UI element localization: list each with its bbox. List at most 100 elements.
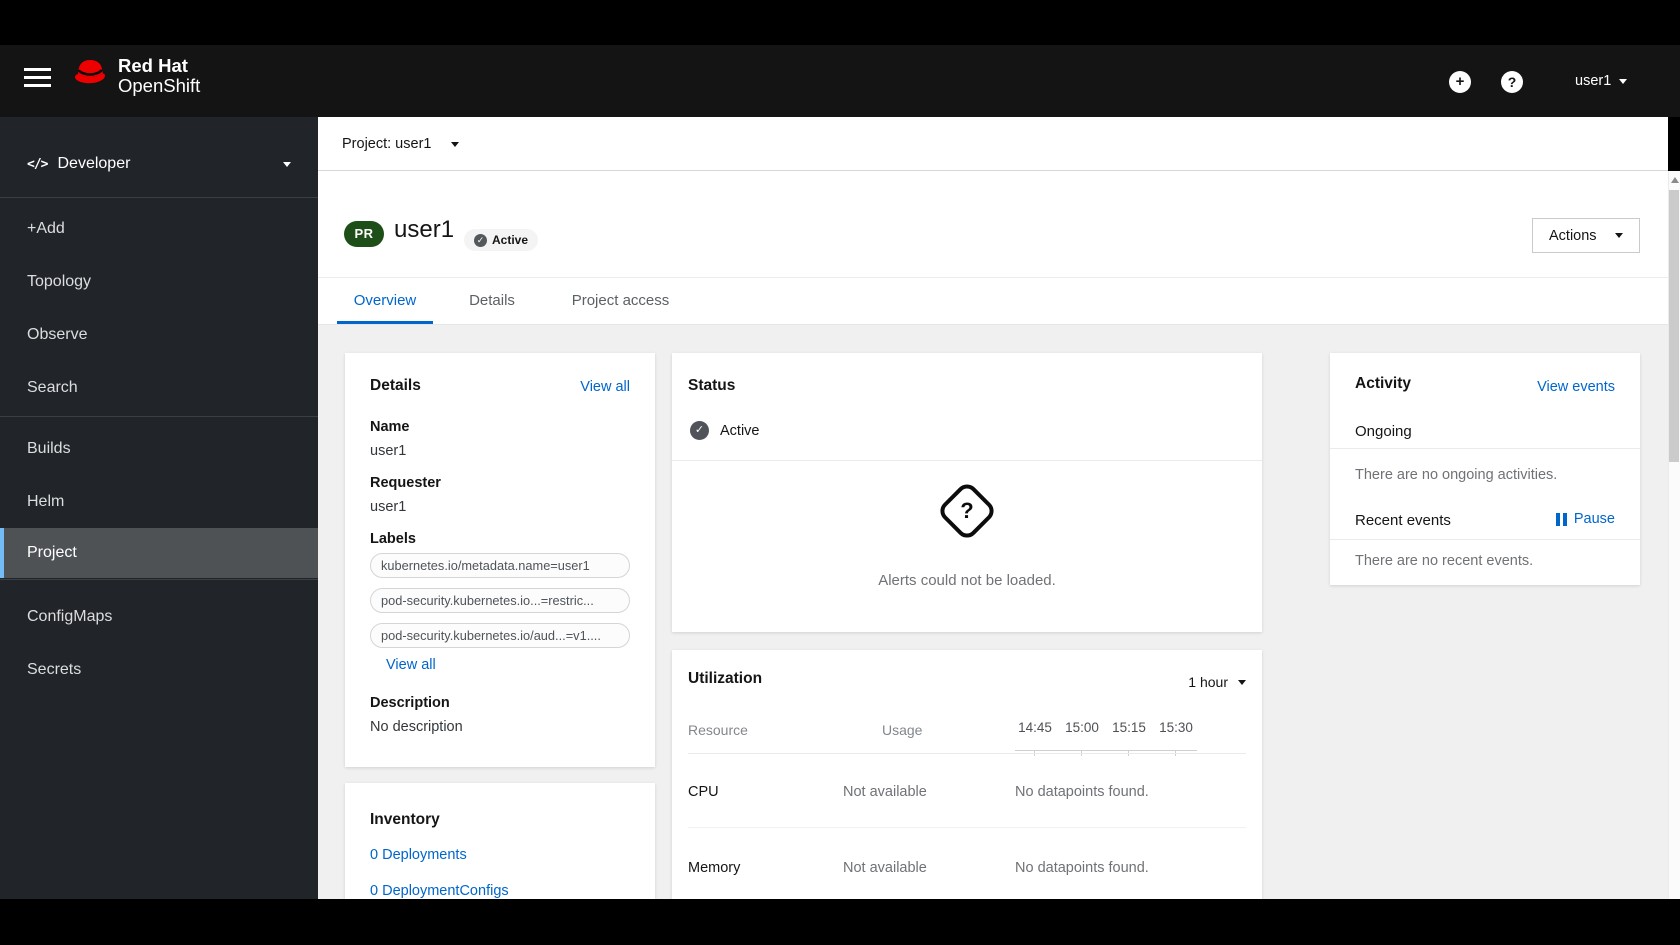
label-chip[interactable]: kubernetes.io/metadata.name=user1 [370, 553, 630, 578]
labels-label: Labels [370, 531, 416, 547]
scrollbar-up-arrow-icon[interactable] [1671, 177, 1679, 183]
description-label: Description [370, 695, 450, 711]
status-badge: ✓ Active [464, 229, 539, 251]
status-badge-label: Active [492, 233, 529, 247]
ongoing-empty-message: There are no ongoing activities. [1355, 467, 1558, 483]
redhat-hat-icon [70, 55, 110, 96]
perspective-label: Developer [57, 155, 131, 172]
sidebar-item-search[interactable]: Search [0, 361, 318, 414]
user-menu-label: user1 [1575, 73, 1612, 89]
project-selector-label: Project: user1 [342, 136, 432, 152]
ongoing-label: Ongoing [1355, 423, 1412, 440]
scrollbar-thumb[interactable] [1669, 190, 1679, 462]
check-circle-icon: ✓ [690, 421, 709, 440]
actions-button[interactable]: Actions [1532, 218, 1640, 253]
status-card: Status ✓ Active ? Alerts could not be lo… [672, 353, 1262, 632]
recent-empty-message: There are no recent events. [1355, 553, 1534, 569]
sidebar-item-helm[interactable]: Helm [0, 475, 318, 528]
duration-label: 1 hour [1188, 674, 1228, 690]
status-card-title: Status [688, 377, 736, 394]
project-badge: PR [344, 221, 384, 247]
time-tick: 15:15 [1112, 720, 1146, 735]
time-tick: 15:30 [1159, 720, 1193, 735]
memory-usage: Not available [843, 860, 927, 876]
divider [1330, 539, 1640, 540]
tab-details[interactable]: Details [454, 278, 530, 324]
brand-logo[interactable]: Red Hat OpenShift [70, 55, 200, 96]
time-tick: 14:45 [1018, 720, 1052, 735]
sidebar-divider [0, 197, 318, 198]
check-circle-icon: ✓ [474, 233, 487, 247]
labels-view-all-link[interactable]: View all [386, 657, 436, 673]
inventory-card: Inventory 0 Deployments 0 DeploymentConf… [345, 783, 655, 899]
divider [688, 753, 1246, 754]
recent-events-label: Recent events [1355, 512, 1451, 529]
sidebar-item-configmaps[interactable]: ConfigMaps [0, 590, 318, 643]
activity-card: Activity View events Ongoing There are n… [1330, 353, 1640, 585]
tab-project-access[interactable]: Project access [547, 278, 694, 324]
project-toolbar: Project: user1 [318, 117, 1668, 171]
label-chip[interactable]: pod-security.kubernetes.io/aud...=v1.... [370, 623, 630, 648]
utilization-card: Utilization 1 hour Resource Usage 14:45 … [672, 650, 1262, 899]
sidebar-item-add[interactable]: +Add [0, 202, 318, 255]
masthead: Red Hat OpenShift + ? user1 [0, 45, 1680, 117]
brand-text: Red Hat OpenShift [118, 56, 200, 95]
page-header: PR user1 ✓ Active Actions [318, 171, 1668, 278]
user-menu[interactable]: user1 [1575, 73, 1628, 89]
brand-line1: Red Hat [118, 55, 188, 76]
cpu-usage: Not available [843, 784, 927, 800]
sidebar-item-builds[interactable]: Builds [0, 422, 318, 475]
resource-column-header: Resource [688, 722, 748, 738]
utilization-card-title: Utilization [688, 670, 763, 687]
label-chip[interactable]: pod-security.kubernetes.io...=restric... [370, 588, 630, 613]
chevron-down-icon [1615, 233, 1623, 238]
quick-create-icon[interactable]: + [1449, 71, 1471, 93]
utilization-row-memory: Memory [688, 860, 741, 876]
details-view-all-link[interactable]: View all [580, 379, 630, 395]
divider [688, 827, 1246, 828]
actions-button-label: Actions [1549, 227, 1597, 244]
brand-line2: OpenShift [118, 74, 201, 96]
code-icon: </> [27, 156, 49, 172]
details-card-title: Details [370, 377, 421, 394]
alerts-message: Alerts could not be loaded. [878, 572, 1056, 589]
sidebar-divider [0, 579, 318, 580]
description-value: No description [370, 719, 463, 735]
duration-dropdown[interactable]: 1 hour [1188, 674, 1246, 690]
sidebar-nav: </> Developer +Add Topology Observe Sear… [0, 117, 318, 899]
pause-button[interactable]: Pause [1556, 511, 1615, 527]
main-content: Project: user1 PR user1 ✓ Active Actions… [318, 117, 1668, 899]
utilization-row-cpu: CPU [688, 784, 719, 800]
requester-value: user1 [370, 499, 407, 515]
sidebar-item-observe[interactable]: Observe [0, 308, 318, 361]
unknown-alerts-icon: ? [935, 479, 999, 543]
sidebar-divider [0, 416, 318, 417]
tab-overview[interactable]: Overview [337, 278, 433, 324]
details-card: Details View all Name user1 Requester us… [345, 353, 655, 767]
name-value: user1 [370, 443, 407, 459]
activity-card-title: Activity [1355, 375, 1411, 392]
time-tick: 15:00 [1065, 720, 1099, 735]
usage-column-header: Usage [882, 722, 923, 738]
inventory-deployments-link[interactable]: 0 Deployments [370, 847, 467, 863]
sidebar-item-secrets[interactable]: Secrets [0, 643, 318, 696]
page-title: user1 [394, 216, 455, 243]
project-selector-dropdown[interactable]: Project: user1 [342, 117, 460, 171]
help-icon[interactable]: ? [1501, 71, 1523, 93]
sidebar-item-project[interactable]: Project [0, 528, 318, 578]
requester-label: Requester [370, 475, 441, 491]
sidebar-item-topology[interactable]: Topology [0, 255, 318, 308]
inventory-card-title: Inventory [370, 811, 440, 828]
nav-toggle-icon[interactable] [24, 68, 51, 92]
tab-bar: Overview Details Project access [318, 278, 1668, 325]
chevron-down-icon [1619, 78, 1628, 84]
chevron-down-icon [451, 141, 460, 147]
divider [1330, 448, 1640, 449]
view-events-link[interactable]: View events [1537, 379, 1615, 395]
inventory-deploymentconfigs-link[interactable]: 0 DeploymentConfigs [370, 883, 509, 899]
time-axis [1015, 750, 1197, 751]
chevron-down-icon [283, 161, 291, 167]
status-value: Active [720, 423, 760, 439]
cpu-datapoints: No datapoints found. [1015, 784, 1149, 800]
perspective-switcher[interactable]: </> Developer [27, 155, 291, 173]
